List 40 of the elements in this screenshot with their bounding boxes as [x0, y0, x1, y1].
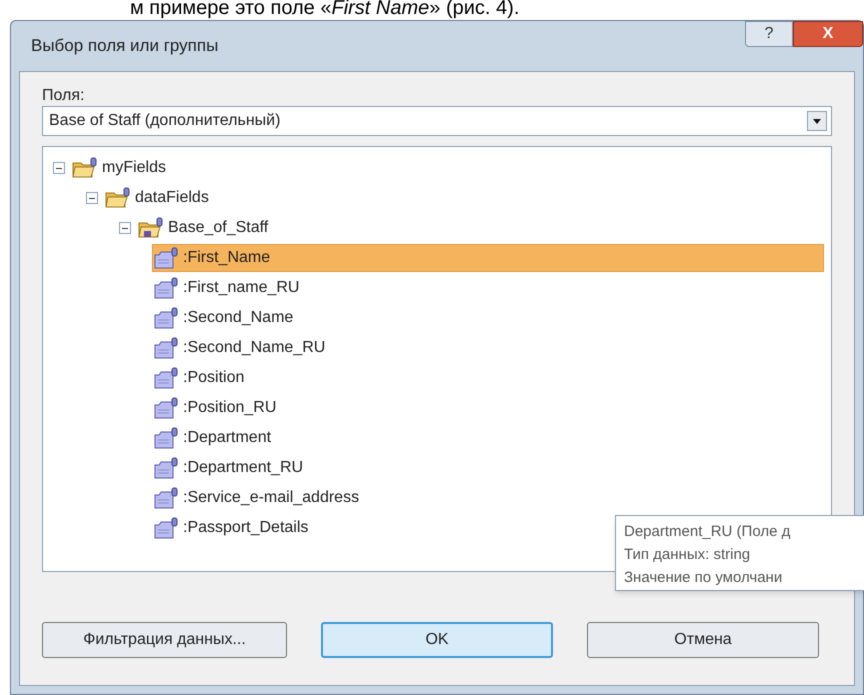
tree-item[interactable]: :Second_Name_RU	[152, 334, 334, 362]
collapse-icon[interactable]	[53, 162, 65, 174]
tree-item[interactable]: :Service_e-mail_address	[152, 484, 368, 512]
field-icon	[153, 307, 179, 329]
collapse-icon[interactable]	[86, 192, 98, 204]
field-icon	[153, 247, 179, 269]
field-icon	[153, 337, 179, 359]
tree-item[interactable]: dataFields	[104, 184, 218, 212]
folder-icon	[105, 187, 131, 209]
field-icon	[153, 277, 179, 299]
tooltip-line: Тип данных: string	[624, 545, 752, 565]
help-button[interactable]: ?	[745, 21, 793, 47]
tree-item[interactable]: :Passport_Details	[152, 514, 318, 542]
tree-item[interactable]: :Position	[152, 364, 254, 392]
field-icon	[153, 367, 179, 389]
field-icon	[153, 457, 179, 479]
tree-item[interactable]: :Department	[152, 424, 280, 452]
tree-item[interactable]: Base_of_Staff	[137, 214, 278, 242]
ok-button[interactable]: OK	[321, 622, 553, 658]
tree-item[interactable]: :Department_RU	[152, 454, 312, 482]
tooltip-line: Значение по умолчани	[624, 568, 784, 588]
tree-item[interactable]: :First_Name	[152, 244, 824, 272]
window-title: Выбор поля или группы	[31, 35, 218, 57]
field-icon	[153, 487, 179, 509]
field-icon	[153, 427, 179, 449]
field-icon	[153, 517, 179, 539]
folder-group-icon	[138, 217, 164, 239]
field-icon	[153, 397, 179, 419]
tree-item[interactable]: :Second_Name	[152, 304, 302, 332]
collapse-icon[interactable]	[119, 222, 131, 234]
tree-item[interactable]: :First_name_RU	[152, 274, 308, 302]
close-button[interactable]: X	[793, 21, 863, 47]
fields-dropdown[interactable]: Base of Staff (дополнительный)	[42, 106, 832, 136]
cancel-button[interactable]: Отмена	[587, 622, 819, 658]
fields-label: Поля:	[42, 86, 86, 106]
filter-button[interactable]: Фильтрация данных...	[42, 622, 287, 658]
tree-item[interactable]: myFields	[71, 154, 176, 182]
tree-item[interactable]: :Position_RU	[152, 394, 286, 422]
folder-icon	[72, 157, 98, 179]
tooltip-line: Department_RU (Поле д	[624, 522, 792, 542]
